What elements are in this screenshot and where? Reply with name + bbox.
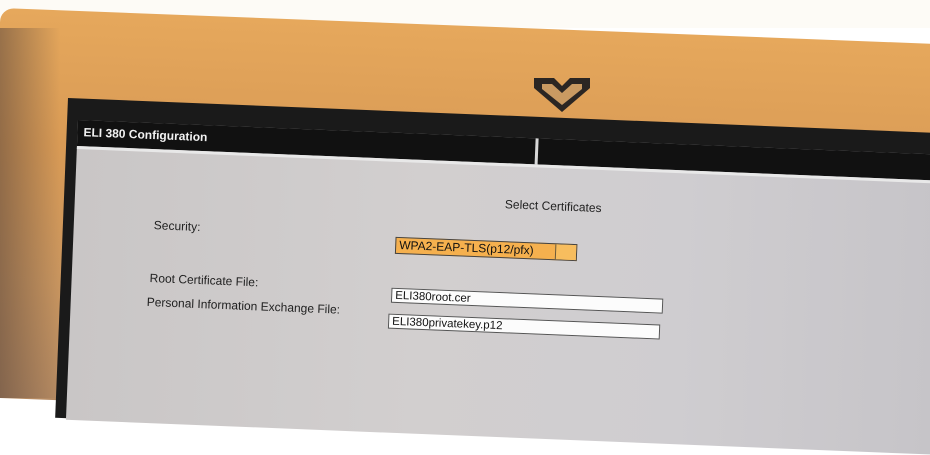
title-divider — [534, 138, 539, 165]
root-cert-field[interactable]: ELI380root.cer — [390, 287, 664, 314]
chevron-down-icon[interactable] — [554, 244, 577, 261]
pfx-label: Personal Information Exchange File: — [146, 294, 341, 317]
security-label: Security: — [153, 218, 201, 234]
page-heading: Select Certificates — [504, 197, 602, 216]
security-select[interactable]: WPA2-EAP-TLS(p12/pfx) — [394, 236, 578, 262]
root-cert-label: Root Certificate File: — [149, 271, 259, 290]
window-title: ELI 380 Configuration — [83, 125, 208, 145]
security-select-value: WPA2-EAP-TLS(p12/pfx) — [398, 237, 534, 258]
heart-logo-icon — [534, 78, 590, 112]
bezel-shadow — [0, 28, 60, 398]
pfx-field[interactable]: ELI380privatekey.p12 — [387, 313, 661, 340]
config-window: ELI 380 Configuration Select Certificate… — [65, 120, 930, 455]
